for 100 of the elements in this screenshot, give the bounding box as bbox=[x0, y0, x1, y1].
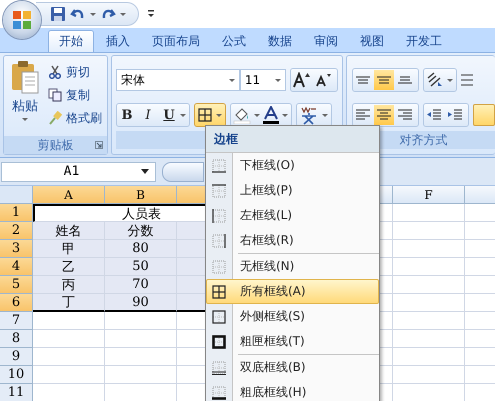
dialog-launcher-icon[interactable] bbox=[95, 141, 103, 149]
wrap-text-icon[interactable] bbox=[461, 72, 473, 88]
table-cell bbox=[33, 312, 105, 330]
menu-item[interactable]: 右框线(R) bbox=[206, 228, 379, 253]
row-header[interactable]: 2 bbox=[0, 222, 33, 240]
table-cell bbox=[33, 348, 105, 366]
align-right-icon bbox=[397, 108, 413, 122]
menu-item[interactable]: 双底框线(B) bbox=[206, 355, 379, 380]
ribbon-tab[interactable]: 开始 bbox=[48, 30, 94, 52]
dropdown-arrow-icon[interactable] bbox=[322, 114, 328, 116]
bold-button[interactable]: B bbox=[117, 105, 137, 125]
row-header[interactable]: 3 bbox=[0, 240, 33, 258]
ribbon-tab[interactable]: 数据 bbox=[258, 30, 302, 52]
menu-item[interactable]: 无框线(N) bbox=[206, 254, 379, 279]
row-header[interactable]: 1 bbox=[0, 204, 33, 222]
border-style-icon bbox=[212, 310, 226, 324]
ribbon-tab[interactable]: 开发工 bbox=[396, 30, 452, 52]
table-cell bbox=[33, 366, 105, 384]
row-header[interactable]: 7 bbox=[0, 312, 33, 330]
italic-button[interactable]: I bbox=[138, 105, 158, 125]
customize-icon[interactable] bbox=[147, 9, 155, 19]
border-style-icon bbox=[212, 234, 226, 248]
dropdown-arrow-icon[interactable] bbox=[254, 114, 260, 116]
ribbon-tab[interactable]: 视图 bbox=[350, 30, 394, 52]
save-icon[interactable] bbox=[50, 6, 66, 22]
copy-button[interactable]: 复制 bbox=[48, 85, 102, 105]
border-style-icon bbox=[212, 184, 226, 198]
row-header[interactable]: 9 bbox=[0, 348, 33, 366]
column-header[interactable]: F bbox=[393, 186, 465, 204]
border-style-icon bbox=[212, 360, 226, 374]
table-cell bbox=[393, 294, 465, 312]
ribbon-tab[interactable]: 页面布局 bbox=[142, 30, 210, 52]
border-style-icon bbox=[212, 334, 226, 348]
table-cell bbox=[393, 366, 465, 384]
dropdown-arrow-icon[interactable] bbox=[120, 12, 126, 16]
menu-item[interactable]: 外侧框线(S) bbox=[206, 304, 379, 329]
table-cell: 70 bbox=[105, 276, 177, 294]
format-painter-button[interactable]: 格式刷 bbox=[48, 108, 102, 128]
align-center-icon bbox=[376, 108, 392, 122]
paste-button[interactable]: 粘贴 bbox=[6, 60, 44, 136]
brush-icon bbox=[48, 111, 62, 125]
table-cell: 50 bbox=[105, 258, 177, 276]
dropdown-arrow-icon[interactable] bbox=[90, 12, 96, 16]
increase-indent-icon bbox=[447, 108, 463, 122]
dropdown-arrow-icon[interactable] bbox=[180, 114, 186, 116]
ribbon-tab[interactable]: 插入 bbox=[96, 30, 140, 52]
center-button[interactable] bbox=[374, 105, 394, 125]
formula-bar-handle[interactable] bbox=[162, 162, 204, 182]
font-size-field[interactable]: 11 bbox=[240, 69, 286, 91]
cut-button[interactable]: 剪切 bbox=[48, 62, 102, 82]
column-header[interactable]: B bbox=[105, 186, 177, 204]
font-color-icon bbox=[263, 106, 279, 124]
dropdown-arrow-icon bbox=[22, 118, 28, 121]
bottom-align-icon bbox=[397, 76, 413, 84]
text-angle-icon bbox=[426, 72, 444, 88]
border-style-icon bbox=[212, 284, 226, 298]
group-label: 剪贴板 bbox=[38, 136, 74, 154]
shrink-font-icon bbox=[316, 73, 332, 87]
ribbon-tab[interactable]: 审阅 bbox=[304, 30, 348, 52]
row-header[interactable]: 5 bbox=[0, 276, 33, 294]
middle-align-button[interactable] bbox=[374, 70, 394, 90]
menu-item[interactable]: 粗底框线(H) bbox=[206, 380, 379, 401]
menu-item[interactable]: 下框线(O) bbox=[206, 153, 379, 178]
office-button[interactable] bbox=[3, 1, 41, 39]
border-style-icon bbox=[212, 386, 226, 400]
column-header[interactable]: A bbox=[33, 186, 105, 204]
table-cell: 甲 bbox=[33, 240, 105, 258]
row-header[interactable]: 11 bbox=[0, 384, 33, 401]
dropdown-arrow-icon[interactable] bbox=[282, 114, 288, 116]
table-cell bbox=[393, 240, 465, 258]
dropdown-arrow-icon[interactable] bbox=[216, 114, 222, 116]
row-header[interactable]: 8 bbox=[0, 330, 33, 348]
phonetic-guide-icon bbox=[299, 105, 319, 125]
table-cell: 丙 bbox=[33, 276, 105, 294]
menu-item[interactable]: 粗匣框线(T) bbox=[206, 329, 379, 354]
table-cell: 姓名 bbox=[33, 222, 105, 240]
table-cell: 80 bbox=[105, 240, 177, 258]
table-cell bbox=[393, 348, 465, 366]
table-cell bbox=[393, 312, 465, 330]
menu-item[interactable]: 上框线(P) bbox=[206, 178, 379, 203]
border-style-icon bbox=[212, 208, 226, 222]
ribbon-tab[interactable]: 公式 bbox=[212, 30, 256, 52]
row-header[interactable]: 6 bbox=[0, 294, 33, 312]
font-name-field[interactable]: 宋体 bbox=[116, 69, 240, 91]
all-borders-icon bbox=[198, 108, 212, 122]
table-cell bbox=[393, 204, 465, 222]
underline-button[interactable]: U bbox=[159, 105, 179, 125]
row-header[interactable]: 10 bbox=[0, 366, 33, 384]
menu-item[interactable]: 所有框线(A) bbox=[206, 279, 379, 304]
table-cell: 丁 bbox=[33, 294, 105, 312]
row-header[interactable]: 4 bbox=[0, 258, 33, 276]
group-label: 对齐方式 bbox=[400, 132, 448, 148]
grow-font-button[interactable] bbox=[291, 70, 313, 90]
dropdown-arrow-icon[interactable] bbox=[447, 78, 453, 82]
name-box[interactable]: A1 bbox=[1, 162, 156, 182]
font-color-button[interactable] bbox=[261, 105, 281, 125]
table-cell bbox=[393, 222, 465, 240]
align-left-icon bbox=[355, 108, 371, 122]
office-logo-icon bbox=[11, 9, 33, 31]
table-cell: 乙 bbox=[33, 258, 105, 276]
